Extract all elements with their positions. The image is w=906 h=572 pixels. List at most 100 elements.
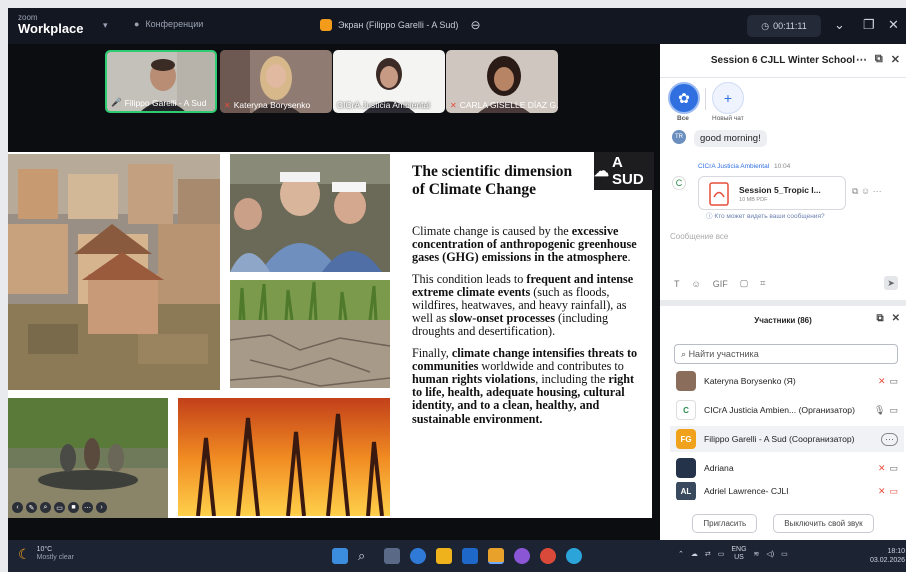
mute-self-button[interactable]: Выключить свой звук <box>773 513 874 533</box>
avatar <box>676 371 696 391</box>
search-icon[interactable]: ⌕ <box>358 548 374 564</box>
browser-icon[interactable] <box>566 548 582 564</box>
video-icon[interactable]: ▭ <box>889 463 898 474</box>
new-chat-button[interactable]: + <box>712 82 744 114</box>
participant-row[interactable]: AL Adriel Lawrence- CJLI ✕ ▭ <box>670 482 904 500</box>
popout-icon[interactable]: ⧉ <box>875 53 883 66</box>
pen-icon[interactable]: ✎ <box>26 502 37 513</box>
task-view-icon[interactable] <box>384 548 400 564</box>
mic-icon[interactable]: 🎙 <box>874 405 885 416</box>
app-frame: zoom Workplace ▾ ● Конференции Экран (Fi… <box>0 0 906 572</box>
slide-paragraph-3: Finally, climate change intensifies thre… <box>412 345 638 426</box>
restore-window-icon[interactable]: ❐ <box>863 17 875 33</box>
system-clock[interactable]: 18:10 03.02.2026 <box>870 547 905 565</box>
file-meta: 10 MB PDF <box>739 197 768 203</box>
message-sender: CICrA Justicia Ambiental 10:04 <box>698 163 791 170</box>
close-icon[interactable]: ✕ <box>891 53 900 66</box>
close-icon[interactable]: ✕ <box>892 313 900 324</box>
chevron-up-icon[interactable]: ⌃ <box>678 550 684 558</box>
chat-input[interactable]: Сообщение все <box>670 232 728 241</box>
weather-widget[interactable]: ☾ 10°C Mostly clear <box>18 546 74 562</box>
clock-icon: ◷ <box>761 20 770 31</box>
chat-panel: Session 6 CJLL Winter School ⋯ ⧉ ✕ ✿ Все… <box>660 44 906 300</box>
popout-icon[interactable]: ⧉ <box>876 313 883 324</box>
network-icon[interactable]: ⇄ <box>705 550 711 558</box>
chevron-down-icon[interactable]: ⌄ <box>834 17 845 33</box>
chat-toolbar: T ☺ GIF ▢ ⌗ <box>674 278 765 289</box>
heatwave-photo <box>230 154 390 272</box>
chrome-icon[interactable] <box>540 548 556 564</box>
back-icon[interactable]: ‹ <box>12 502 23 513</box>
battery-icon[interactable]: ▭ <box>781 550 788 558</box>
participant-row[interactable]: Kateryna Borysenko (Я) ✕ ▭ <box>670 368 904 394</box>
invite-button[interactable]: Пригласить <box>692 513 758 533</box>
mic-off-icon[interactable]: ✕ <box>878 486 886 497</box>
paw-icon: ✿ <box>678 89 690 106</box>
emoji-icon[interactable]: ☺ <box>692 279 701 289</box>
captions-icon[interactable]: ▭ <box>54 502 65 513</box>
system-tray: ⌃ ☁ ⇄ ▭ ENG US ≋ ◁) ▭ <box>678 546 788 562</box>
close-window-icon[interactable]: ✕ <box>888 17 899 33</box>
avatar: TR <box>672 130 686 144</box>
video-icon[interactable]: ▭ <box>889 405 898 416</box>
mic-off-icon[interactable]: ✕ <box>878 376 886 387</box>
divider <box>705 88 706 110</box>
file-icon[interactable]: ▢ <box>740 278 749 289</box>
screenshot-icon[interactable]: ⌗ <box>760 278 765 289</box>
chevron-down-icon[interactable]: ▾ <box>103 20 108 31</box>
file-attachment[interactable]: Session 5_Tropic I... 10 MB PDF <box>698 176 846 210</box>
more-options-button[interactable]: ⋯ <box>881 432 898 446</box>
file-explorer-icon[interactable] <box>436 548 452 564</box>
participants-footer: Пригласить Выключить свой звук <box>660 506 906 540</box>
share-icon <box>320 19 332 31</box>
app-brand: zoom Workplace <box>18 12 84 35</box>
start-icon[interactable] <box>332 548 348 564</box>
pdf-file-icon <box>709 182 729 206</box>
volume-icon[interactable]: ◁) <box>766 550 774 558</box>
zoom-icon[interactable] <box>462 548 478 564</box>
video-off-icon[interactable]: ▭ <box>889 486 898 497</box>
wifi-icon[interactable]: ≋ <box>754 550 760 558</box>
chat-tab-all[interactable]: ✿ <box>668 82 700 114</box>
file-actions-icon[interactable]: ⧉ ☺ ⋯ <box>852 186 882 197</box>
mic-off-icon: ✕ <box>450 100 457 110</box>
app-icon[interactable] <box>514 548 530 564</box>
participant-row[interactable]: FG Filippo Garelli - A Sud (Соорганизато… <box>670 426 904 452</box>
more-icon[interactable]: ⋯ <box>82 502 93 513</box>
visibility-notice[interactable]: ⓘ Кто может видеть ваши сообщения? <box>706 210 825 220</box>
language-indicator[interactable]: ENG US <box>731 546 746 562</box>
folder-icon[interactable] <box>488 548 504 564</box>
minus-circle-icon[interactable]: ⊖ <box>470 18 480 32</box>
participant-row[interactable]: C CICrA Justicia Ambien... (Организатор)… <box>670 397 904 423</box>
zoom-icon[interactable]: ⌕ <box>40 502 51 513</box>
conferences-tab[interactable]: ● Конференции <box>134 19 203 29</box>
screen-share-label: Экран (Filippo Garelli - A Sud) <box>338 20 459 30</box>
video-icon[interactable]: ■ <box>68 502 79 513</box>
text-format-icon[interactable]: T <box>674 279 680 289</box>
forward-icon[interactable]: › <box>96 502 107 513</box>
cloud-icon[interactable]: ☁ <box>691 550 698 558</box>
video-icon[interactable]: ▭ <box>889 376 898 387</box>
send-icon: ➤ <box>887 277 895 288</box>
participants-header: Участники (86) ⧉ ✕ <box>660 306 906 334</box>
send-button[interactable]: ➤ <box>884 276 898 290</box>
avatar: C <box>676 400 696 420</box>
weather-icon: ☾ <box>18 546 31 562</box>
meeting-timer[interactable]: ◷ 00:11:11 <box>747 15 821 37</box>
more-icon[interactable]: ⋯ <box>856 53 867 66</box>
flood-photo <box>8 154 220 390</box>
gif-icon[interactable]: GIF <box>713 279 728 289</box>
edge-icon[interactable] <box>410 548 426 564</box>
participant-thumbnail[interactable]: CICrA Justicia Ambiental <box>333 50 445 113</box>
participant-thumbnail[interactable]: ✕ CARLA GISELLE DÍAZ G... <box>446 50 558 113</box>
screen-share-indicator[interactable]: Экран (Filippo Garelli - A Sud) ⊖ <box>320 18 481 32</box>
mic-off-icon: ✕ <box>224 100 231 110</box>
participant-thumbnail[interactable]: ✕ Kateryna Borysenko <box>220 50 332 113</box>
avatar: FG <box>676 429 696 449</box>
participant-search-input[interactable]: ⌕ Найти участника <box>674 344 898 364</box>
participant-row[interactable]: Adriana ✕ ▭ <box>670 455 904 481</box>
file-name: Session 5_Tropic I... <box>739 185 821 195</box>
display-icon[interactable]: ▭ <box>718 550 725 558</box>
mic-off-icon[interactable]: ✕ <box>878 463 886 474</box>
participant-thumbnail[interactable]: 🎤 Filippo Garelli - A Sud <box>105 50 217 113</box>
